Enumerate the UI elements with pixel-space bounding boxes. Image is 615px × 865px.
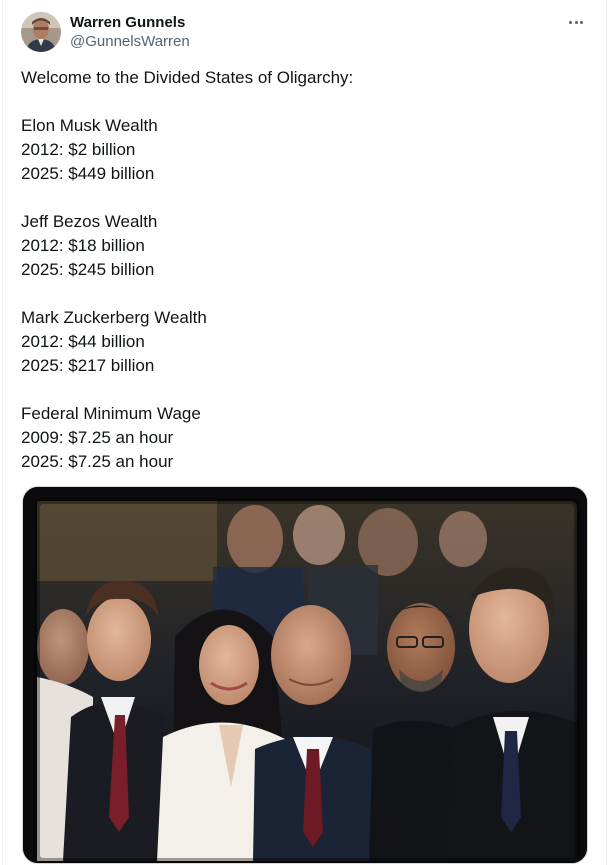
section-line: 2009: $7.25 an hour (21, 428, 174, 447)
tweet-text: Welcome to the Divided States of Oligarc… (21, 66, 591, 498)
section-line: 2012: $2 billion (21, 140, 136, 159)
tweet-section-musk: Elon Musk Wealth 2012: $2 billion 2025: … (21, 114, 591, 186)
author-display-name[interactable]: Warren Gunnels (70, 13, 190, 32)
avatar-image (21, 12, 61, 52)
section-heading: Elon Musk Wealth (21, 116, 158, 135)
author-handle[interactable]: @GunnelsWarren (70, 32, 190, 52)
tweet-section-bezos: Jeff Bezos Wealth 2012: $18 billion 2025… (21, 210, 591, 282)
section-line: 2025: $449 billion (21, 164, 155, 183)
tweet-section-zuckerberg: Mark Zuckerberg Wealth 2012: $44 billion… (21, 306, 591, 378)
section-line: 2012: $18 billion (21, 236, 145, 255)
group-photo-image (23, 487, 587, 863)
section-line: 2025: $245 billion (21, 260, 155, 279)
section-heading: Federal Minimum Wage (21, 404, 201, 423)
section-heading: Mark Zuckerberg Wealth (21, 308, 207, 327)
section-line: 2012: $44 billion (21, 332, 145, 351)
author-avatar[interactable] (21, 12, 61, 52)
section-heading: Jeff Bezos Wealth (21, 212, 158, 231)
section-line: 2025: $7.25 an hour (21, 452, 174, 471)
tweet-section-minimum-wage: Federal Minimum Wage 2009: $7.25 an hour… (21, 402, 591, 474)
section-line: 2025: $217 billion (21, 356, 155, 375)
author-names: Warren Gunnels @GunnelsWarren (70, 13, 190, 52)
tweet-card: Warren Gunnels @GunnelsWarren Welcome to… (2, 0, 607, 865)
tweet-header: Warren Gunnels @GunnelsWarren (21, 12, 590, 54)
tweet-media-photo[interactable] (22, 486, 588, 864)
more-horizontal-icon[interactable] (564, 12, 588, 32)
tweet-intro: Welcome to the Divided States of Oligarc… (21, 68, 354, 87)
